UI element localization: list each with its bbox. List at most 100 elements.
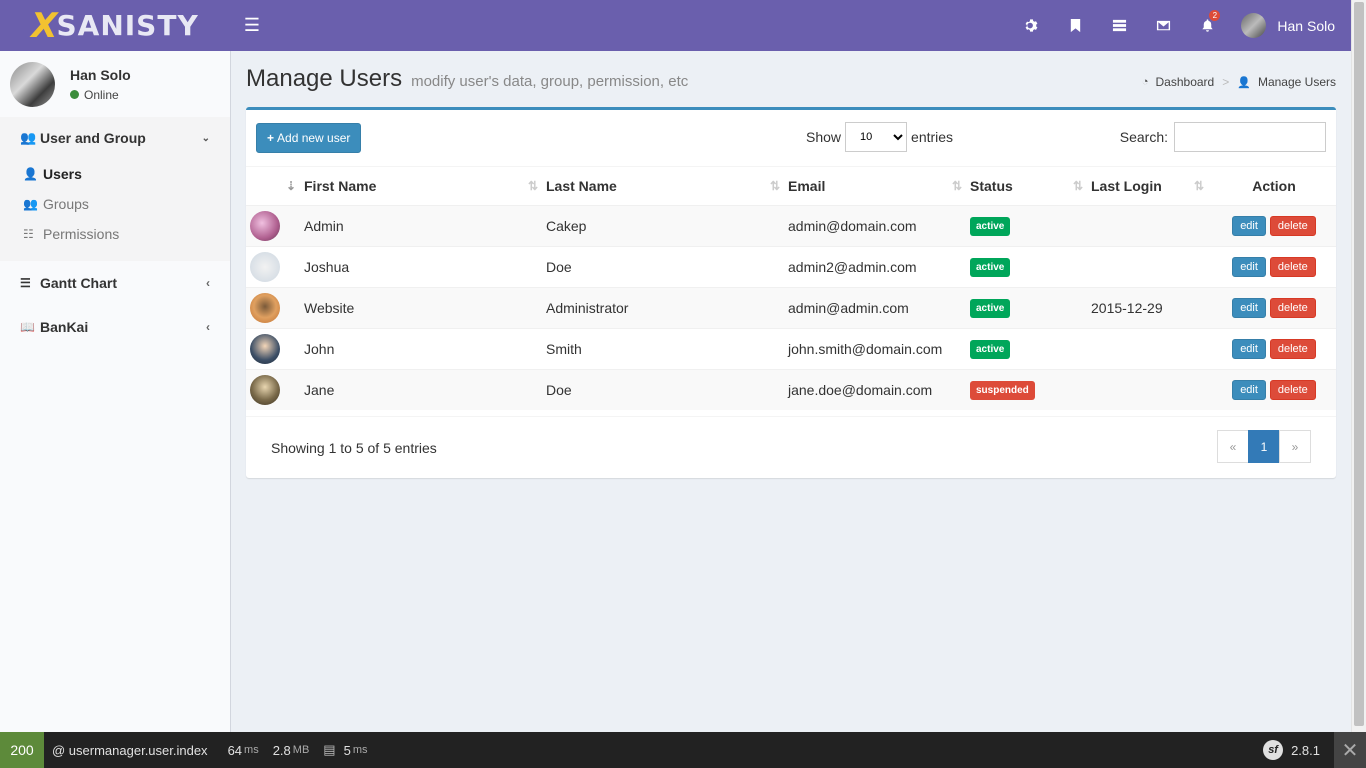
- cell-last-name: Cakep: [546, 204, 788, 246]
- cell-first-name: Joshua: [304, 245, 546, 287]
- cell-last-name: Smith: [546, 327, 788, 369]
- cell-email: admin@admin.com: [788, 286, 970, 328]
- sidebar-item-permissions[interactable]: ☷ Permissions: [0, 219, 230, 249]
- scrollbar-thumb[interactable]: [1354, 2, 1364, 726]
- edit-button[interactable]: edit: [1232, 215, 1266, 236]
- user-avatar: [250, 292, 280, 323]
- db-queries[interactable]: ▤ 5 ms: [323, 742, 367, 758]
- cell-status: active: [970, 204, 1091, 246]
- sort-icon: ⇅: [527, 179, 538, 193]
- settings-gear-icon[interactable]: [1009, 0, 1053, 51]
- cell-last-login: 2015-12-29: [1091, 286, 1212, 328]
- users-group-icon: 👥: [20, 130, 37, 145]
- sidebar-item-groups[interactable]: 👥 Groups: [0, 189, 230, 219]
- bookmark-icon[interactable]: [1053, 0, 1097, 51]
- sidebar-toggle-icon[interactable]: ☰: [230, 0, 274, 51]
- memory-usage[interactable]: 2.8 MB: [273, 743, 310, 758]
- table-toolbar: + Add new user Show 10 entries Search:: [246, 110, 1336, 167]
- route-name[interactable]: @ usermanager.user.index: [52, 743, 208, 758]
- online-status-dot: [70, 90, 79, 99]
- plus-icon: +: [267, 131, 275, 145]
- search-label: Search:: [1119, 129, 1168, 145]
- edit-button[interactable]: edit: [1232, 297, 1266, 318]
- cell-first-name: Website: [304, 286, 546, 328]
- pagination-next[interactable]: »: [1279, 430, 1311, 463]
- breadcrumb-dashboard[interactable]: Dashboard: [1156, 75, 1215, 89]
- logo-text: SANISTY: [56, 9, 199, 42]
- delete-button[interactable]: delete: [1269, 297, 1316, 318]
- sort-icon: ⇅: [951, 179, 962, 193]
- table-header-row: ⇣ First Name ⇅ Last Name ⇅ Email ⇅ Status ⇅ …: [246, 167, 1336, 206]
- version-text: 2.8.1: [1291, 742, 1320, 758]
- avatar-cell: [246, 204, 304, 246]
- pagination-prev[interactable]: «: [1217, 430, 1249, 463]
- cell-first-name: Jane: [304, 368, 546, 410]
- app-logo[interactable]: X SANISTY: [0, 0, 230, 51]
- col-avatar-header[interactable]: ⇣: [246, 167, 304, 206]
- menu-bankai-label: BanKai: [40, 319, 89, 335]
- cell-status: active: [970, 327, 1091, 369]
- table-footer: Showing 1 to 5 of 5 entries « 1 »: [246, 416, 1336, 476]
- entries-select[interactable]: 10: [845, 122, 908, 152]
- search-input[interactable]: [1174, 122, 1326, 152]
- groups-icon: 👥: [23, 197, 38, 211]
- memory-unit: MB: [292, 744, 310, 756]
- logo-x: X: [31, 5, 59, 46]
- user-avatar: [250, 210, 280, 241]
- col-last-login[interactable]: Last Login ⇅: [1091, 167, 1212, 206]
- user-icon: 👤: [23, 167, 38, 181]
- symfony-version[interactable]: sf 2.8.1: [1263, 740, 1320, 760]
- pagination-page-1[interactable]: 1: [1248, 430, 1280, 463]
- sidebar-avatar: [10, 61, 55, 107]
- menu-bankai[interactable]: 📖 BanKai ‹: [0, 305, 230, 349]
- edit-button[interactable]: edit: [1232, 256, 1266, 277]
- chevron-left-icon: ‹: [206, 320, 210, 334]
- sidebar-status: Online: [84, 87, 119, 102]
- sort-icon: ⇅: [1193, 179, 1204, 193]
- menu-user-and-group[interactable]: 👥 User and Group ⌄: [0, 117, 230, 159]
- delete-button[interactable]: delete: [1269, 256, 1316, 277]
- cell-status: suspended: [970, 368, 1091, 410]
- delete-button[interactable]: delete: [1269, 379, 1316, 400]
- notifications-bell-icon[interactable]: 2: [1185, 0, 1229, 51]
- table-row: Joshua Doe admin2@admin.com active edit dele…: [246, 245, 1336, 287]
- col-first-name[interactable]: First Name ⇅: [304, 167, 546, 206]
- sidebar-item-users[interactable]: 👤 Users: [0, 159, 230, 189]
- cell-last-name: Administrator: [546, 286, 788, 328]
- page-subtitle: modify user's data, group, permission, e…: [411, 73, 689, 90]
- edit-button[interactable]: edit: [1232, 338, 1266, 359]
- avatar-cell: [246, 245, 304, 287]
- col-status[interactable]: Status ⇅: [970, 167, 1091, 206]
- delete-button[interactable]: delete: [1269, 215, 1316, 236]
- col-email-label: Email: [788, 177, 826, 194]
- database-icon: ▤: [323, 742, 336, 757]
- list-icon: ☷: [23, 227, 34, 241]
- cell-action: edit delete: [1212, 368, 1336, 410]
- menu-gantt-chart[interactable]: ☰ Gantt Chart ‹: [0, 261, 230, 305]
- top-navbar: X SANISTY ☰ 2 Han Solo: [0, 0, 1351, 51]
- col-email[interactable]: Email ⇅: [788, 167, 970, 206]
- header-avatar: [1241, 13, 1267, 38]
- delete-button[interactable]: delete: [1269, 338, 1316, 359]
- cell-action: edit delete: [1212, 286, 1336, 328]
- table-row: Admin Cakep admin@domain.com active edit del…: [246, 204, 1336, 246]
- page-scrollbar[interactable]: [1351, 0, 1366, 732]
- user-avatar: [250, 374, 280, 405]
- sidebar-item-users-label: Users: [43, 166, 82, 182]
- pagination: « 1 »: [1217, 430, 1311, 463]
- cell-first-name: John: [304, 327, 546, 369]
- envelope-icon[interactable]: [1141, 0, 1185, 51]
- request-time[interactable]: 64 ms: [228, 743, 259, 758]
- status-code[interactable]: 200: [0, 732, 44, 768]
- close-icon[interactable]: ✕: [1334, 732, 1366, 768]
- user-menu[interactable]: Han Solo: [1229, 0, 1351, 51]
- col-last-name[interactable]: Last Name ⇅: [546, 167, 788, 206]
- cell-last-name: Doe: [546, 245, 788, 287]
- chevron-down-icon: ⌄: [201, 132, 210, 144]
- breadcrumb: ◔ Dashboard > 👤 Manage Users: [1141, 75, 1336, 89]
- edit-button[interactable]: edit: [1232, 379, 1266, 400]
- tasks-list-icon[interactable]: [1097, 0, 1141, 51]
- avatar-cell: [246, 286, 304, 328]
- book-icon: 📖: [20, 320, 35, 334]
- add-user-button[interactable]: + Add new user: [256, 123, 362, 153]
